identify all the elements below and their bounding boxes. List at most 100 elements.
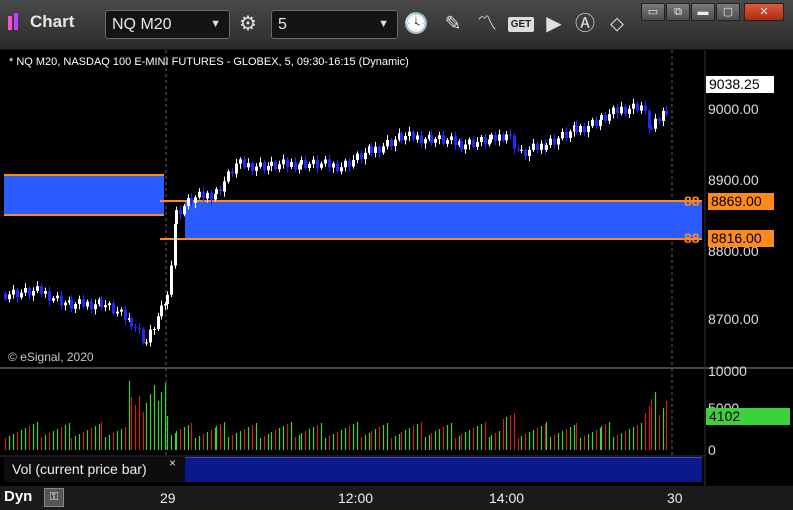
candle-body <box>480 137 483 142</box>
candle-body <box>164 303 167 306</box>
candle-body <box>174 223 177 266</box>
candle-body <box>553 138 556 145</box>
candle-body <box>386 140 389 147</box>
candle-body <box>64 302 67 306</box>
zone-tag: 88 <box>684 230 700 246</box>
clock-icon[interactable]: 🕓 <box>401 10 431 39</box>
pencil-icon[interactable]: ✎ <box>438 10 468 39</box>
candle-body <box>488 139 491 145</box>
candle-body <box>502 134 505 141</box>
candle-body <box>662 110 665 121</box>
candle-body <box>513 135 516 149</box>
candle-body <box>255 166 258 171</box>
study-icon[interactable]: 〽 <box>472 10 502 39</box>
candle-body <box>170 265 173 295</box>
candle-body <box>370 146 373 154</box>
restore-button[interactable]: ⧉ <box>666 3 690 21</box>
candle-body <box>412 131 415 140</box>
chevron-down-icon[interactable]: ▼ <box>210 11 221 38</box>
candle-body <box>36 286 39 291</box>
last-price-tag: 9038.25 <box>706 76 774 93</box>
candle-body <box>374 146 377 154</box>
candle-body <box>494 134 497 141</box>
candle-body <box>32 290 35 296</box>
candle-body <box>116 311 119 314</box>
candle-body <box>175 210 178 224</box>
volume-study-label[interactable]: Vol (current price bar) <box>4 457 185 482</box>
candle-body <box>332 163 335 168</box>
candle-body <box>160 305 163 317</box>
candle-body <box>294 162 297 170</box>
candle-body <box>206 192 209 199</box>
dynamic-mode[interactable]: Dyn <box>4 486 32 508</box>
candle-body <box>134 327 137 329</box>
symbol-input[interactable]: NQ M20 ▼ <box>105 10 230 39</box>
close-icon[interactable]: × <box>169 456 176 470</box>
candle-body <box>583 125 586 133</box>
candle-body <box>263 162 266 171</box>
candle-body <box>104 305 107 308</box>
candle-body <box>4 293 7 300</box>
candle-body <box>328 159 331 168</box>
candle-body <box>210 192 213 200</box>
candle-body <box>390 140 393 146</box>
lock-icon[interactable]: ⚿ <box>44 488 64 507</box>
candle-body <box>540 143 543 150</box>
candle-body <box>608 114 611 121</box>
supply-zone-left[interactable] <box>4 175 164 215</box>
price-chart[interactable] <box>0 50 793 486</box>
symbol-value: NQ M20 <box>112 16 172 33</box>
candle-body <box>120 309 123 312</box>
price-axis-label: 9000.00 <box>708 101 759 117</box>
candle-body <box>153 329 156 331</box>
candle-body <box>517 148 520 151</box>
candle-body <box>194 197 197 203</box>
demand-zone[interactable] <box>185 201 702 239</box>
close-button[interactable]: ✕ <box>744 3 784 21</box>
candle-body <box>442 135 445 144</box>
maximize-button[interactable]: ▢ <box>716 3 740 21</box>
candle-body <box>356 153 359 160</box>
interval-value: 5 <box>278 16 287 33</box>
horizontal-scrollbar[interactable] <box>185 457 702 482</box>
chart-logo-icon <box>8 13 18 30</box>
candle-body <box>644 105 647 111</box>
candle-body <box>394 139 397 146</box>
candle-body <box>60 295 63 306</box>
candle-body <box>536 143 539 150</box>
candle-body <box>382 146 385 153</box>
candle-body <box>320 163 323 168</box>
time-label: 14:00 <box>489 490 525 506</box>
link-settings-icon[interactable]: ⚙ <box>233 10 263 39</box>
alert-icon[interactable]: Ⓐ <box>570 10 600 39</box>
candle-body <box>300 159 303 165</box>
candle-body <box>430 134 433 143</box>
candle-body <box>340 167 343 172</box>
candle-body <box>336 163 339 172</box>
candle-body <box>86 301 89 307</box>
candle-body <box>532 143 535 150</box>
candle-body <box>308 163 311 169</box>
candle-body <box>364 152 367 160</box>
candle-body <box>484 137 487 145</box>
candle-body <box>52 298 55 301</box>
candle-body <box>12 289 15 295</box>
candle-body <box>100 299 103 308</box>
window-button[interactable]: ▬ <box>691 3 715 21</box>
play-icon[interactable]: ▶ <box>539 10 569 39</box>
price-axis-label: 8900.00 <box>708 172 759 188</box>
candle-body <box>183 206 186 215</box>
volume-axis-label: 0 <box>708 442 716 458</box>
candle-body <box>20 292 23 298</box>
candle-body <box>476 141 479 147</box>
candle-body <box>130 318 133 328</box>
candle-body <box>316 159 319 168</box>
candle-body <box>450 136 453 141</box>
tag-icon[interactable]: ⬦ <box>602 10 632 39</box>
zone-tag: 88 <box>684 193 700 209</box>
chevron-down-icon[interactable]: ▼ <box>378 11 389 38</box>
interval-input[interactable]: 5 ▼ <box>271 10 398 39</box>
candle-body <box>454 136 457 145</box>
minimize-button[interactable]: ▭ <box>641 3 665 21</box>
get-icon[interactable]: GET <box>506 10 536 39</box>
